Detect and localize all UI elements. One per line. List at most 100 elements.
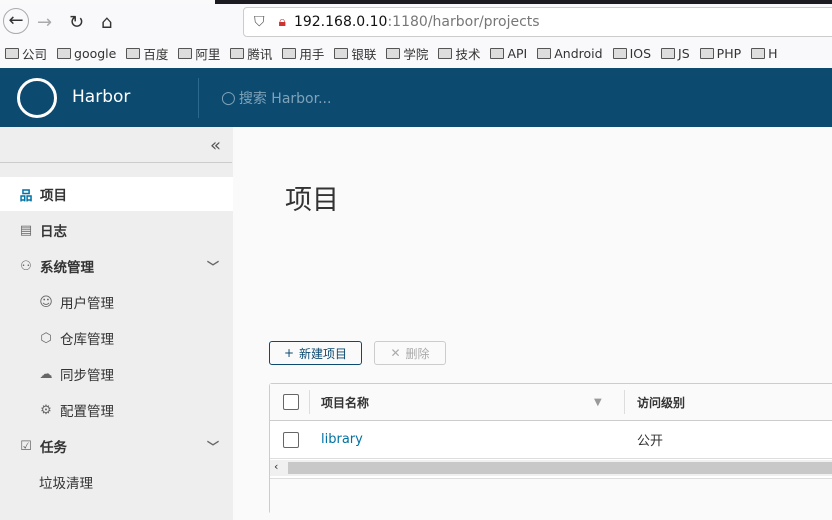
folder-icon [57, 47, 72, 59]
sidebar-item-label: 系统管理 [40, 260, 94, 276]
bookmark-folder[interactable]: API [490, 46, 527, 61]
sidebar-item-users[interactable]: ☺ 用户管理 [0, 285, 233, 319]
folder-icon [661, 47, 676, 59]
close-icon: ✕ [390, 346, 401, 360]
bookmark-folder[interactable]: google [57, 46, 116, 61]
tasks-icon: ☑ [20, 438, 32, 454]
sidebar-item-label: 任务 [40, 440, 67, 456]
bookmark-label: 腾讯 [247, 46, 273, 62]
folder-icon [5, 47, 19, 59]
bookmark-label: 技术 [455, 46, 481, 62]
sidebar-item-gc[interactable]: 垃圾清理 [0, 465, 233, 499]
bookmark-label: 阿里 [195, 46, 221, 62]
admin-icon: ⚇ [20, 258, 32, 274]
select-all-checkbox[interactable] [283, 394, 299, 410]
new-project-label: 新建项目 [299, 346, 348, 361]
table-header: 项目名称 ▼ 访问级别 [270, 384, 832, 421]
bookmark-label: 银联 [351, 46, 377, 62]
sidebar-item-logs[interactable]: ▤ 日志 [0, 213, 233, 247]
bookmark-folder[interactable]: 百度 [126, 44, 168, 63]
bookmark-folder[interactable]: Android [537, 45, 603, 61]
bookmark-label: Android [554, 45, 603, 61]
back-icon[interactable]: ← [3, 8, 29, 34]
bookmarks-bar: 公司 google 百度 阿里 腾讯 用手 银联 学院 技术 API Android IOS JS PHP… [0, 38, 832, 68]
new-project-button[interactable]: + 新建项目 [269, 341, 362, 365]
sidebar-item-config[interactable]: ⚙ 配置管理 [0, 393, 233, 427]
scroll-left-icon[interactable]: ‹ [274, 460, 278, 473]
bookmark-label: API [507, 45, 528, 61]
horizontal-scrollbar[interactable]: ‹ [270, 460, 832, 476]
bookmark-label: JS [678, 45, 690, 61]
bookmark-folder[interactable]: IOS [612, 45, 652, 61]
bookmark-folder[interactable]: PHP [699, 45, 742, 61]
scrollbar-thumb[interactable] [288, 462, 832, 474]
sidebar-item-label: 仓库管理 [60, 332, 114, 348]
folder-icon [282, 47, 297, 59]
folder-icon [438, 47, 453, 59]
folder-icon [178, 47, 193, 59]
bookmark-folder[interactable]: 银联 [334, 44, 376, 63]
home-icon[interactable]: ⌂ [101, 12, 112, 33]
bookmark-label: PHP [716, 45, 742, 61]
column-divider [624, 390, 625, 414]
folder-icon [751, 47, 766, 59]
filter-icon[interactable]: ▼ [594, 397, 602, 408]
projects-table: 项目名称 ▼ 访问级别 library 公开 ‹ [269, 383, 832, 514]
bookmark-folder[interactable]: 用手 [282, 44, 324, 63]
logs-icon: ▤ [19, 222, 33, 238]
reload-icon[interactable]: ↻ [69, 12, 84, 33]
sidebar-item-label: 日志 [40, 224, 67, 240]
folder-icon [612, 47, 627, 59]
table-footer [270, 478, 832, 514]
sidebar: « 品项目 ▤ 日志 ⚇ 系统管理 ﹀ ☺ 用户管理 ⬡ 仓库管理 ☁ 同步管理 ⚙ 配置管理… [0, 127, 233, 520]
config-icon: ⚙ [40, 402, 52, 418]
bookmark-label: 百度 [143, 46, 169, 62]
bookmark-folder[interactable]: 公司 [5, 44, 47, 63]
forward-icon[interactable]: → [37, 12, 52, 33]
sidebar-item-label: 垃圾清理 [39, 476, 93, 492]
sidebar-item-label: 配置管理 [60, 404, 114, 420]
bookmark-label: IOS [629, 45, 652, 61]
chevron-down-icon[interactable]: ﹀ [207, 438, 219, 455]
url-bar[interactable]: ⛉ 🔒︎ 192.168.0.10:1180/harbor/projects [243, 7, 832, 37]
column-header-access[interactable]: 访问级别 [637, 394, 685, 411]
search-icon: ○ [221, 88, 236, 108]
bookmark-folder[interactable]: JS [661, 46, 690, 61]
bookmark-folder[interactable]: H [751, 45, 778, 61]
folder-icon [230, 47, 245, 59]
sidebar-item-label: 用户管理 [60, 296, 114, 312]
shield-icon: ⛉ [254, 14, 265, 30]
column-divider [309, 390, 310, 414]
sidebar-item-replication[interactable]: ☁ 同步管理 [0, 357, 233, 391]
folder-icon [699, 47, 714, 59]
replication-icon: ☁ [39, 366, 53, 382]
folder-icon [386, 47, 401, 59]
bookmark-folder[interactable]: 学院 [386, 44, 428, 63]
plus-icon: + [283, 346, 295, 360]
row-checkbox[interactable] [283, 431, 299, 448]
sidebar-item-projects[interactable]: 品项目 [0, 177, 233, 211]
search-input[interactable]: ○ 搜索 Harbor... [221, 88, 331, 108]
chevron-down-icon[interactable]: ﹀ [207, 258, 219, 275]
url-host: 192.168.0.10 [293, 14, 388, 30]
delete-button[interactable]: ✕ 删除 [374, 341, 446, 365]
sidebar-item-admin[interactable]: ⚇ 系统管理 ﹀ [0, 249, 233, 283]
project-name-link[interactable]: library [321, 432, 363, 447]
bookmark-folder[interactable]: 技术 [438, 44, 480, 63]
registry-icon: ⬡ [40, 330, 52, 346]
insecure-lock-icon: 🔒︎ [278, 14, 286, 30]
url-path: :1180/harbor/projects [387, 14, 540, 30]
access-level: 公开 [637, 434, 664, 449]
collapse-sidebar-icon[interactable]: « [210, 135, 221, 156]
sidebar-item-registries[interactable]: ⬡ 仓库管理 [0, 321, 233, 355]
table-row: library 公开 [270, 421, 832, 459]
brand-name[interactable]: Harbor [72, 87, 130, 107]
sidebar-divider [0, 162, 232, 163]
bookmark-folder[interactable]: 腾讯 [230, 44, 272, 63]
bookmark-label: H [768, 45, 778, 61]
sidebar-item-tasks[interactable]: ☑ 任务 ﹀ [0, 429, 233, 463]
harbor-logo-icon[interactable] [17, 78, 57, 118]
column-header-name[interactable]: 项目名称 [321, 394, 369, 411]
bookmark-folder[interactable]: 阿里 [178, 44, 220, 63]
bookmark-label: 学院 [403, 46, 429, 62]
